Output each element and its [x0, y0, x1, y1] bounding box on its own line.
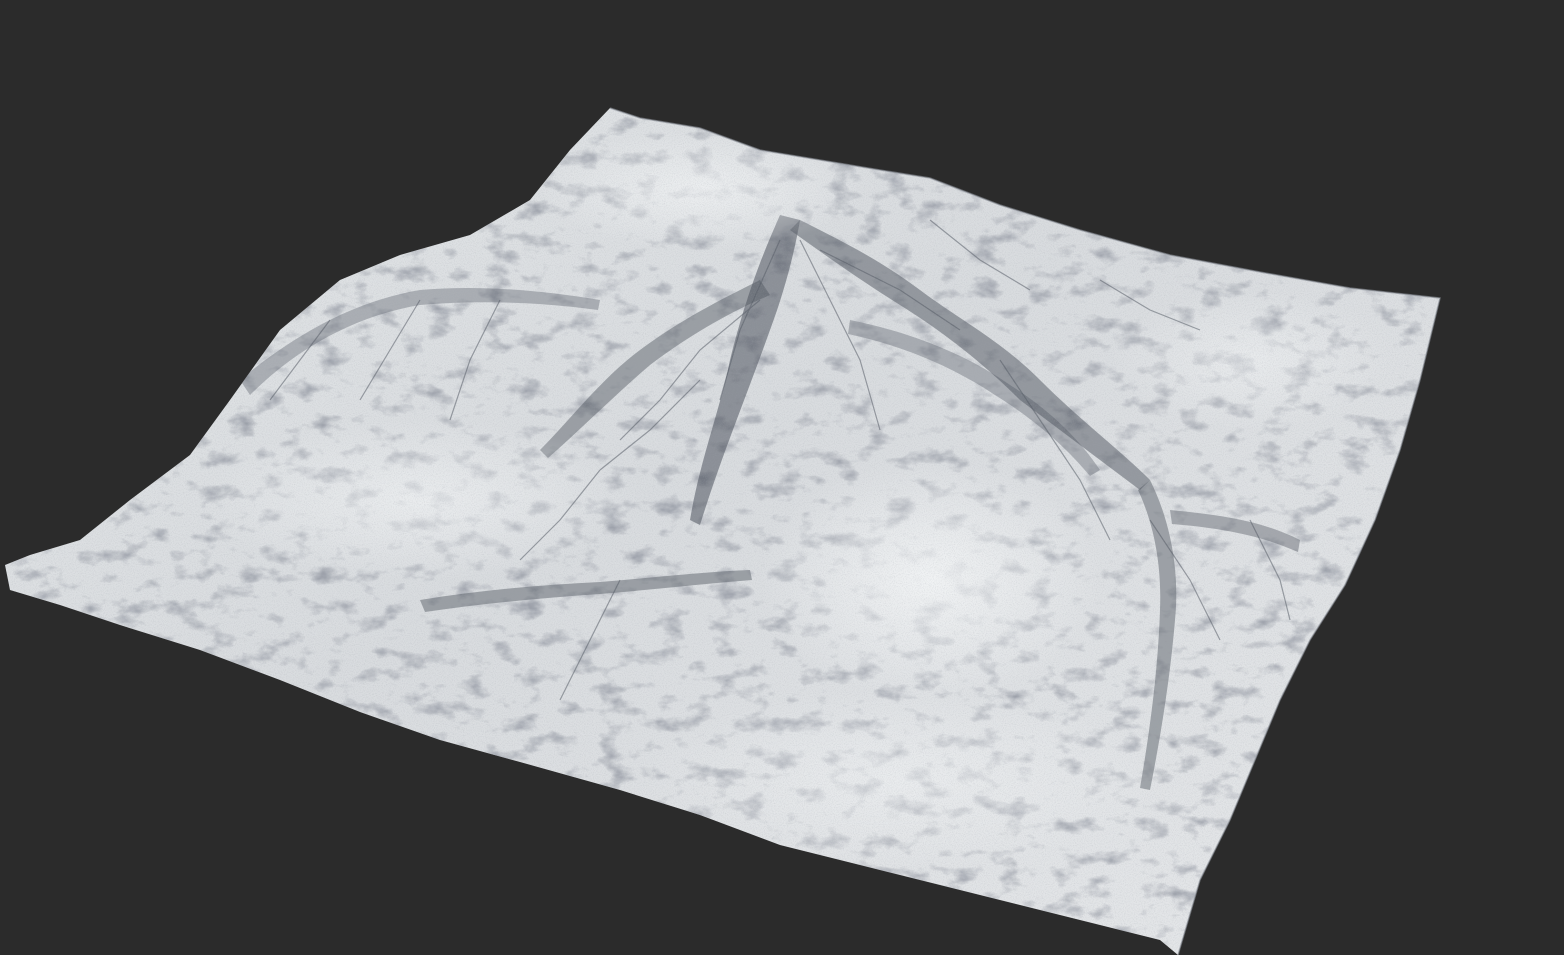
render-viewport [0, 0, 1564, 955]
terrain-render [5, 107, 1441, 955]
